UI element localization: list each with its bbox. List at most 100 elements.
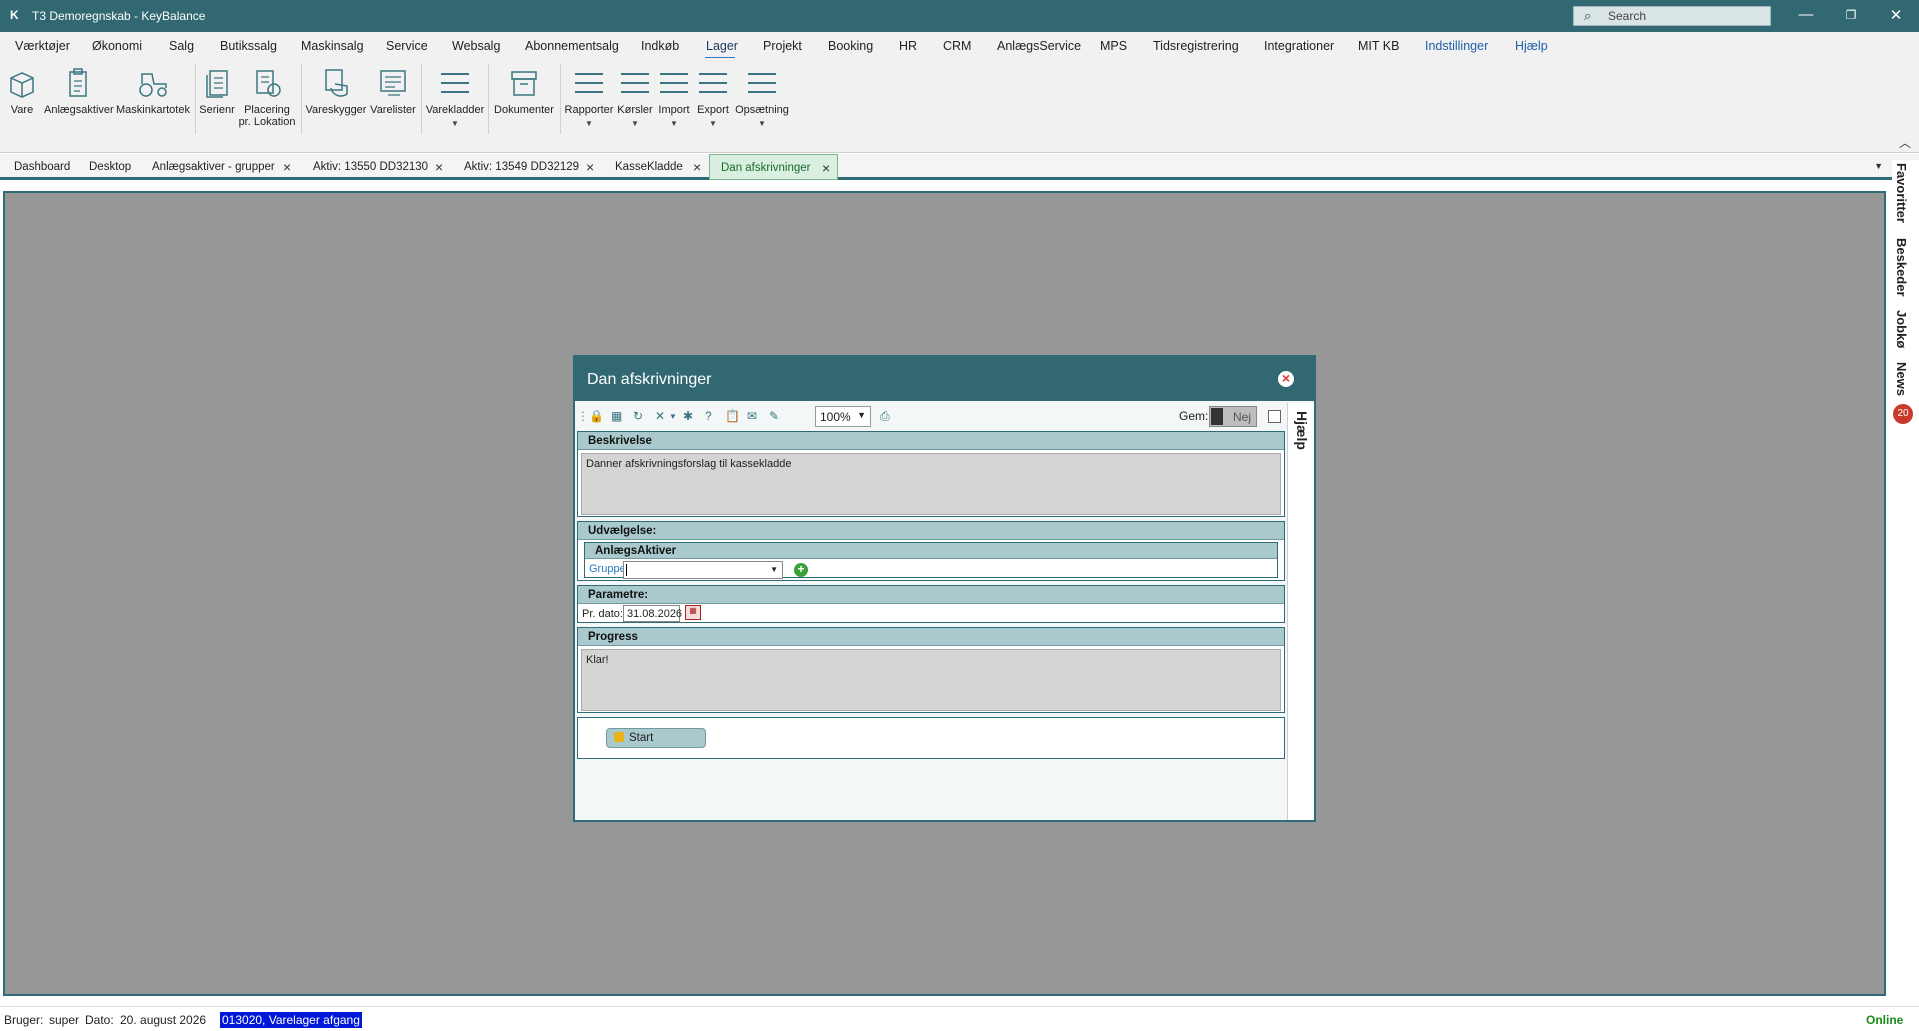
- chevron-down-icon[interactable]: ▼: [669, 412, 677, 421]
- menu-indstillinger[interactable]: Indstillinger: [1425, 39, 1488, 53]
- menu-abonnementsalg[interactable]: Abonnementsalg: [525, 39, 619, 53]
- window-title: T3 Demoregnskab - KeyBalance: [32, 9, 206, 23]
- selected-account[interactable]: 013020, Varelager afgang: [220, 1012, 362, 1028]
- menu-oekonomi[interactable]: Økonomi: [92, 39, 142, 53]
- gem-checkbox[interactable]: [1268, 410, 1281, 423]
- menu-vaerktoejer[interactable]: Værktøjer: [15, 39, 70, 53]
- location-document-icon: [256, 70, 281, 97]
- tools-icon[interactable]: ✕: [655, 409, 665, 423]
- close-tab-icon[interactable]: ×: [586, 159, 594, 175]
- menu-crm[interactable]: CRM: [943, 39, 971, 53]
- ribbon-varelister-button[interactable]: Varelister: [370, 66, 416, 116]
- toggle-knob: [1211, 408, 1223, 425]
- tab-dashboard[interactable]: Dashboard: [14, 154, 70, 180]
- menu-lager[interactable]: Lager: [706, 39, 738, 53]
- zoom-select[interactable]: 100% ▼: [815, 406, 871, 427]
- ribbon-rapporter-button[interactable]: Rapporter ▼: [564, 66, 614, 130]
- minimize-button[interactable]: —: [1796, 6, 1816, 23]
- bug-icon[interactable]: ✱: [683, 409, 693, 423]
- calendar-icon[interactable]: ▦: [685, 605, 701, 620]
- tab-dan-afskrivninger[interactable]: Dan afskrivninger ×: [709, 154, 838, 180]
- restore-button[interactable]: ❐: [1841, 8, 1861, 22]
- gruppe-select[interactable]: ▼: [623, 561, 783, 579]
- edit-icon[interactable]: ✎: [769, 409, 779, 423]
- menu-service[interactable]: Service: [386, 39, 428, 53]
- ribbon-serienr-button[interactable]: Serienr: [199, 66, 235, 116]
- dialog-close-button[interactable]: ×: [1278, 371, 1294, 387]
- ribbon-import-button[interactable]: Import ▼: [656, 66, 692, 130]
- ribbon-divider: [560, 64, 561, 134]
- ribbon-koersler-button[interactable]: Kørsler ▼: [617, 66, 653, 130]
- help-tab[interactable]: Hjælp: [1294, 411, 1310, 450]
- ribbon-vare-button[interactable]: Vare: [6, 66, 38, 116]
- menu-salg[interactable]: Salg: [169, 39, 194, 53]
- document-tabs: Dashboard Desktop Anlægsaktiver - gruppe…: [0, 154, 1919, 180]
- ribbon-placering-button[interactable]: Placering pr. Lokation: [238, 66, 296, 128]
- ribbon-maskinkartotek-button[interactable]: Maskinkartotek: [116, 66, 190, 116]
- ribbon: Vare Anlægsaktiver Maskinkartotek Serien…: [0, 58, 1919, 153]
- clipboard-icon[interactable]: 📋: [725, 409, 740, 423]
- title-bar: K T3 Demoregnskab - KeyBalance ⌕ Search …: [0, 0, 1919, 32]
- print-icon[interactable]: ⎙: [880, 409, 890, 424]
- menu-projekt[interactable]: Projekt: [763, 39, 802, 53]
- add-gruppe-button[interactable]: +: [794, 563, 808, 577]
- ribbon-dokumenter-button[interactable]: Dokumenter: [492, 66, 556, 116]
- ribbon-anlaegsaktiver-button[interactable]: Anlægsaktiver: [44, 66, 114, 116]
- menu-maskinsalg[interactable]: Maskinsalg: [301, 39, 364, 53]
- help-icon[interactable]: ?: [705, 409, 712, 423]
- tab-aktiv-13550[interactable]: Aktiv: 13550 DD32130 ×: [313, 154, 450, 180]
- tab-desktop[interactable]: Desktop: [89, 154, 131, 180]
- ribbon-divider: [488, 64, 489, 134]
- anlaegsaktiver-header: AnlægsAktiver: [585, 543, 1277, 559]
- menu-booking[interactable]: Booking: [828, 39, 873, 53]
- close-tab-icon[interactable]: ×: [283, 159, 291, 175]
- beskeder-tab[interactable]: Beskeder: [1894, 238, 1909, 297]
- tab-anlaegsaktiver-grupper[interactable]: Anlægsaktiver - grupper ×: [152, 154, 296, 180]
- jobkoe-tab[interactable]: Jobkø: [1894, 310, 1909, 348]
- mail-icon[interactable]: ✉: [747, 409, 757, 423]
- ribbon-opsaetning-button[interactable]: Opsætning ▼: [734, 66, 790, 130]
- menu-hjaelp[interactable]: Hjælp: [1515, 39, 1548, 53]
- start-button[interactable]: Start: [606, 728, 706, 748]
- menu-hr[interactable]: HR: [899, 39, 917, 53]
- menu-anlaegsservice[interactable]: AnlægsService: [997, 39, 1081, 53]
- lock-icon[interactable]: 🔒: [589, 409, 604, 423]
- collapse-ribbon-icon[interactable]: ︿: [1899, 134, 1911, 151]
- menu-mps[interactable]: MPS: [1100, 39, 1127, 53]
- tab-list-dropdown-icon[interactable]: ▼: [1874, 161, 1883, 171]
- menu-integrationer[interactable]: Integrationer: [1264, 39, 1334, 53]
- tab-aktiv-13549[interactable]: Aktiv: 13549 DD32129 ×: [464, 154, 599, 180]
- favoritter-tab[interactable]: Favoritter: [1894, 163, 1909, 223]
- tab-kassekladde[interactable]: KasseKladde ×: [615, 154, 705, 180]
- menu-tidsregistrering[interactable]: Tidsregistrering: [1153, 39, 1239, 53]
- ribbon-varelister-label: Varelister: [370, 104, 416, 116]
- archive-box-icon: [511, 71, 537, 96]
- help-side-panel[interactable]: Hjælp: [1287, 403, 1314, 820]
- news-tab[interactable]: News: [1894, 362, 1909, 396]
- search-input[interactable]: ⌕ Search: [1573, 6, 1771, 26]
- menu-websalg[interactable]: Websalg: [452, 39, 500, 53]
- close-tab-icon[interactable]: ×: [822, 160, 830, 176]
- menu-mit-kb[interactable]: MIT KB: [1358, 39, 1399, 53]
- tab-label: Aktiv: 13550 DD32130: [313, 161, 429, 173]
- grid-icon[interactable]: ▦: [611, 409, 622, 423]
- ribbon-vareskygger-button[interactable]: Vareskygger: [305, 66, 367, 116]
- start-label: Start: [629, 732, 654, 744]
- gem-toggle[interactable]: Nej: [1209, 406, 1257, 427]
- ribbon-export-button[interactable]: Export ▼: [695, 66, 731, 130]
- ribbon-varekladder-button[interactable]: Varekladder ▼: [425, 66, 485, 130]
- dato-value: 20. august 2026: [120, 1013, 207, 1027]
- refresh-icon[interactable]: ↻: [633, 409, 643, 423]
- tab-label: Anlægsaktiver - grupper: [152, 161, 275, 173]
- menu-butikssalg[interactable]: Butikssalg: [220, 39, 277, 53]
- ribbon-divider: [301, 64, 302, 134]
- grip-icon: ⋮: [577, 409, 589, 423]
- ribbon-rapporter-label: Rapporter: [564, 104, 614, 116]
- prdato-input[interactable]: 31.08.2026: [623, 605, 682, 622]
- close-tab-icon[interactable]: ×: [435, 159, 443, 175]
- close-window-button[interactable]: ✕: [1886, 6, 1906, 24]
- menu-indkoeb[interactable]: Indkøb: [641, 39, 679, 53]
- close-tab-icon[interactable]: ×: [693, 159, 701, 175]
- dialog-title: Dan afskrivninger: [587, 371, 712, 388]
- chevron-down-icon: ▼: [631, 119, 639, 128]
